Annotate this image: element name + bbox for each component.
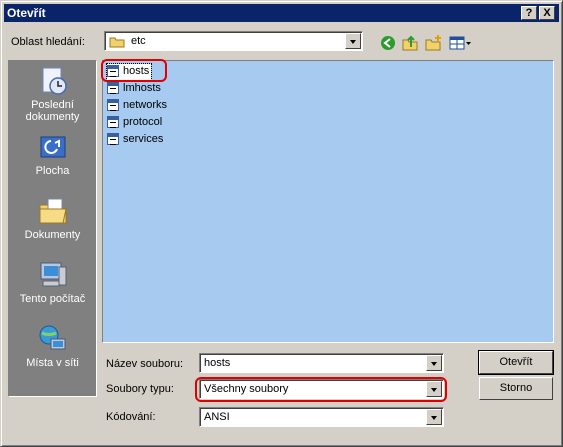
file-type-value: Všechny soubory bbox=[204, 383, 289, 395]
recent-documents-icon bbox=[37, 65, 69, 97]
text-file-icon bbox=[107, 116, 119, 128]
places-label-recent-2: dokumenty bbox=[25, 111, 80, 123]
places-label-computer: Tento počítač bbox=[19, 293, 86, 305]
places-item-desktop[interactable]: Plocha bbox=[9, 131, 96, 177]
desktop-icon bbox=[37, 131, 69, 163]
open-dialog: Otevřít ? X Oblast hledání: etc Poslední… bbox=[0, 0, 563, 447]
up-folder-icon[interactable] bbox=[401, 34, 419, 52]
file-item-lmhosts[interactable]: lmhosts bbox=[107, 81, 167, 97]
file-item-services[interactable]: services bbox=[107, 132, 167, 148]
window-title: Otevřít bbox=[7, 6, 46, 20]
help-button[interactable]: ? bbox=[521, 6, 537, 20]
file-name: lmhosts bbox=[123, 82, 161, 94]
file-item-protocol[interactable]: protocol bbox=[107, 115, 167, 131]
text-file-icon bbox=[107, 82, 119, 94]
file-item-networks[interactable]: networks bbox=[107, 98, 167, 114]
text-file-icon bbox=[107, 99, 119, 111]
file-type-combo[interactable]: Všechny soubory bbox=[199, 379, 444, 399]
places-label-network: Místa v síti bbox=[26, 357, 79, 369]
places-item-recent[interactable]: Poslední dokumenty bbox=[9, 65, 96, 123]
places-item-computer[interactable]: Tento počítač bbox=[9, 259, 96, 305]
encoding-value: ANSI bbox=[204, 411, 230, 423]
file-name-label: Název souboru: bbox=[106, 358, 184, 370]
file-name-combo[interactable]: hosts bbox=[199, 353, 444, 373]
places-label-desktop: Plocha bbox=[35, 165, 70, 177]
places-label-documents: Dokumenty bbox=[24, 229, 81, 241]
file-name: networks bbox=[123, 99, 168, 111]
text-file-icon bbox=[107, 65, 119, 77]
look-in-combo[interactable]: etc bbox=[104, 31, 363, 51]
encoding-dropdown-button[interactable] bbox=[426, 409, 442, 425]
places-label-recent-1: Poslední bbox=[31, 99, 74, 111]
file-name: services bbox=[123, 133, 164, 145]
file-name: protocol bbox=[123, 116, 163, 128]
back-icon[interactable] bbox=[379, 34, 397, 52]
places-item-network[interactable]: Místa v síti bbox=[9, 323, 96, 369]
network-places-icon bbox=[37, 323, 69, 355]
look-in-dropdown-button[interactable] bbox=[345, 33, 361, 49]
documents-folder-icon bbox=[37, 195, 69, 227]
open-button[interactable]: Otevřít bbox=[478, 350, 554, 375]
places-bar: Poslední dokumenty Plocha Dokumenty Tent… bbox=[8, 60, 97, 397]
file-item-hosts[interactable]: hosts bbox=[106, 63, 152, 81]
file-type-dropdown-button[interactable] bbox=[426, 381, 442, 397]
file-name-value: hosts bbox=[204, 357, 231, 369]
look-in-value: etc bbox=[131, 35, 146, 47]
folder-icon bbox=[109, 35, 125, 51]
new-folder-icon[interactable] bbox=[424, 34, 442, 52]
look-in-label: Oblast hledání: bbox=[11, 36, 85, 48]
file-name: hosts bbox=[123, 65, 150, 77]
encoding-combo[interactable]: ANSI bbox=[199, 407, 444, 427]
text-file-icon bbox=[107, 133, 119, 145]
file-name-dropdown-button[interactable] bbox=[426, 355, 442, 371]
close-button[interactable]: X bbox=[539, 6, 555, 20]
my-computer-icon bbox=[37, 259, 69, 291]
places-item-documents[interactable]: Dokumenty bbox=[9, 195, 96, 241]
view-menu-icon[interactable] bbox=[448, 34, 472, 52]
encoding-label: Kódování: bbox=[106, 411, 156, 423]
title-bar[interactable]: Otevřít ? X bbox=[4, 4, 559, 22]
cancel-button[interactable]: Storno bbox=[479, 377, 553, 400]
file-type-label: Soubory typu: bbox=[106, 383, 174, 395]
file-list[interactable]: hosts lmhosts networks protocol services bbox=[102, 60, 554, 343]
